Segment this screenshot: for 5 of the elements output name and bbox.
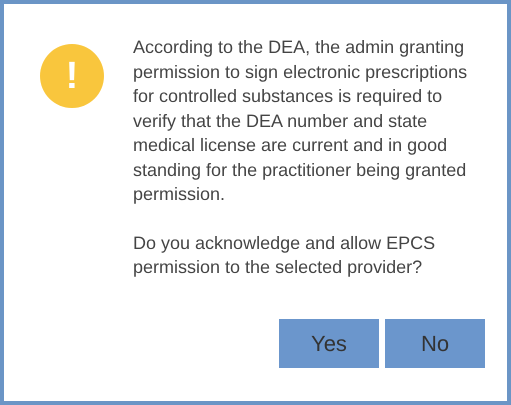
warning-icon: ! <box>40 44 104 108</box>
message-text: According to the DEA, the admin granting permission to sign electronic prescriptions for controlled substances is required to verify that the DEA number and state medical license are current and in good standing for the practitioner being granted permission. <box>133 36 468 206</box>
confirm-button[interactable]: Yes <box>279 319 379 368</box>
cancel-button[interactable]: No <box>385 319 485 368</box>
message-text: Do you acknowledge and allow EPCS permission to the selected provider? <box>133 232 436 279</box>
